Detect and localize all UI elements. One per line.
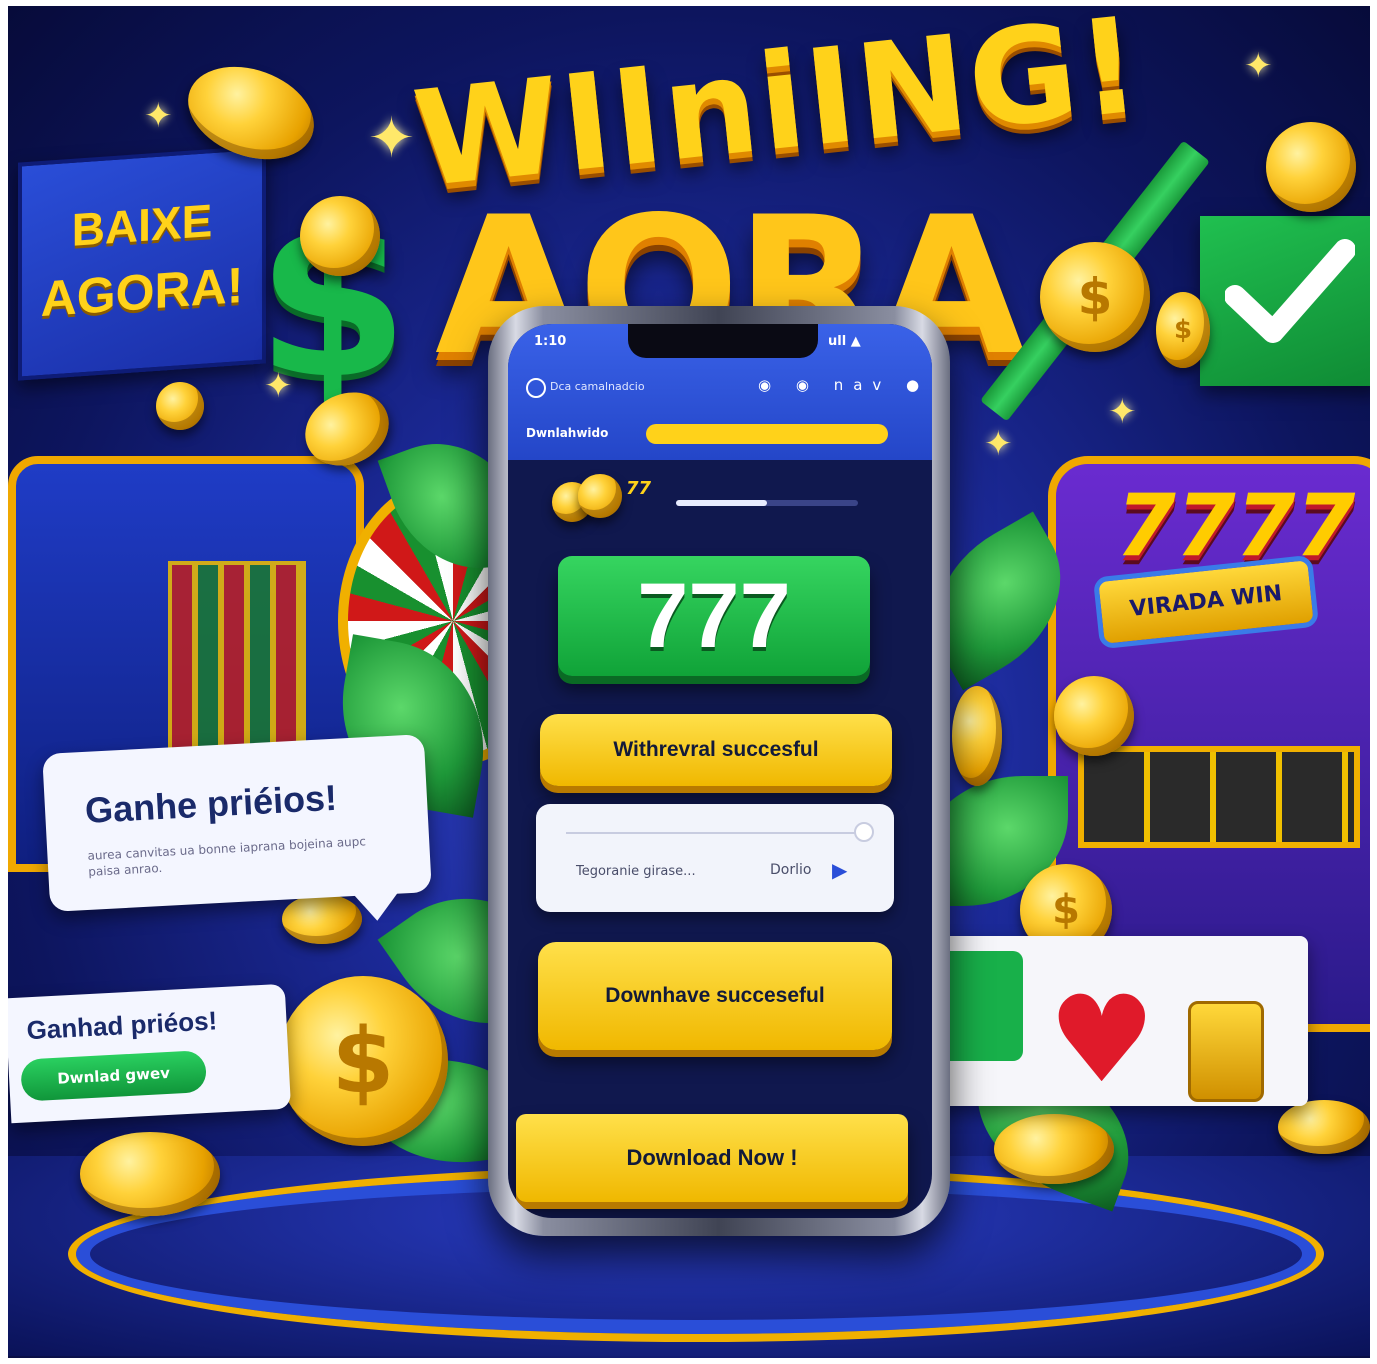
coins-icon bbox=[552, 474, 622, 528]
download-callout: Ganhad priéos! Dwnlad gwev bbox=[8, 983, 292, 1124]
tab-download[interactable]: Dwnlahwido bbox=[526, 426, 608, 440]
prize-callout: Ganhe priéios! aurea canvitas ua bonne i… bbox=[42, 734, 432, 923]
header-search-bar[interactable] bbox=[646, 424, 888, 444]
mini-jackpot-label: 77 bbox=[626, 478, 652, 499]
slot-jackpot-number: 7777 bbox=[1116, 476, 1356, 576]
sparkle-icon: ✦ bbox=[368, 106, 415, 171]
panel-radio-icon[interactable] bbox=[854, 822, 874, 842]
withdrawal-button[interactable]: Withrevral succesful bbox=[540, 714, 892, 786]
panel-text: Tegoranie girase... bbox=[576, 864, 696, 879]
slot-reels-right bbox=[1078, 746, 1360, 848]
coin-icon: $ bbox=[278, 976, 448, 1146]
download-callout-title: Ganhad priéos! bbox=[25, 1005, 218, 1046]
baixe-sign-line1: BAIXE bbox=[71, 194, 213, 256]
app-title: Dca camalnadcio bbox=[550, 380, 645, 393]
status-panel: Tegoranie girase... Dorlio ▶ bbox=[536, 804, 894, 912]
sparkle-icon: ✦ bbox=[144, 96, 173, 136]
checkmark-icon bbox=[1225, 239, 1355, 343]
checkmark-sign bbox=[1200, 216, 1370, 386]
slot-reels-left bbox=[168, 561, 306, 759]
coin-icon: $ bbox=[1156, 292, 1210, 368]
coin-icon bbox=[300, 196, 380, 276]
sparkle-icon: ✦ bbox=[984, 424, 1013, 464]
download-now-button[interactable]: Download Now ! bbox=[516, 1114, 908, 1202]
phone-screen: 1:10 ull ▲ Dca camalnadcio ◉ ◉ nav ● Dwn… bbox=[508, 324, 932, 1218]
sparkle-icon: ✦ bbox=[1108, 392, 1137, 432]
panel-action[interactable]: Dorlio bbox=[770, 862, 811, 878]
baixe-sign-line2: AGORA! bbox=[40, 256, 244, 328]
coin-icon bbox=[994, 1114, 1114, 1184]
baixe-agora-sign: BAIXE AGORA! bbox=[18, 145, 266, 381]
status-time: 1:10 bbox=[534, 334, 567, 349]
play-icon[interactable]: ▶ bbox=[832, 858, 847, 882]
coin-icon bbox=[1054, 676, 1134, 756]
panel-divider bbox=[566, 832, 862, 834]
app-logo-icon bbox=[526, 378, 546, 398]
jackpot-777-button[interactable]: 777 bbox=[558, 556, 870, 676]
download-success-button[interactable]: Downhave succeseful bbox=[538, 942, 892, 1050]
slot-token-icon bbox=[1188, 1001, 1264, 1102]
coin-icon bbox=[952, 686, 1002, 786]
callout-title: Ganhe priéios! bbox=[84, 776, 338, 831]
phone-notch bbox=[628, 324, 818, 358]
promo-canvas: 7777 VIRADA WIN WIIniING! AORA BAIXE AGO… bbox=[8, 6, 1370, 1358]
coin-icon bbox=[80, 1132, 220, 1216]
callout-tail bbox=[349, 887, 404, 923]
callout-subtitle: aurea canvitas ua bonne iaprana bojeina … bbox=[87, 834, 367, 879]
heart-icon: ♥ bbox=[1048, 971, 1156, 1110]
status-signal: ull ▲ bbox=[828, 334, 861, 349]
coin-icon bbox=[1278, 1100, 1370, 1154]
coin-icon: $ bbox=[1040, 242, 1150, 352]
progress-fill bbox=[676, 500, 767, 506]
sparkle-icon: ✦ bbox=[264, 366, 293, 406]
app-header-icons[interactable]: ◉ ◉ nav ● bbox=[758, 376, 929, 394]
sparkle-icon: ✦ bbox=[1244, 46, 1273, 86]
coin-icon bbox=[1266, 122, 1356, 212]
progress-bar bbox=[676, 500, 858, 506]
coin-icon bbox=[156, 382, 204, 430]
download-game-button[interactable]: Dwnlad gwev bbox=[20, 1050, 208, 1102]
